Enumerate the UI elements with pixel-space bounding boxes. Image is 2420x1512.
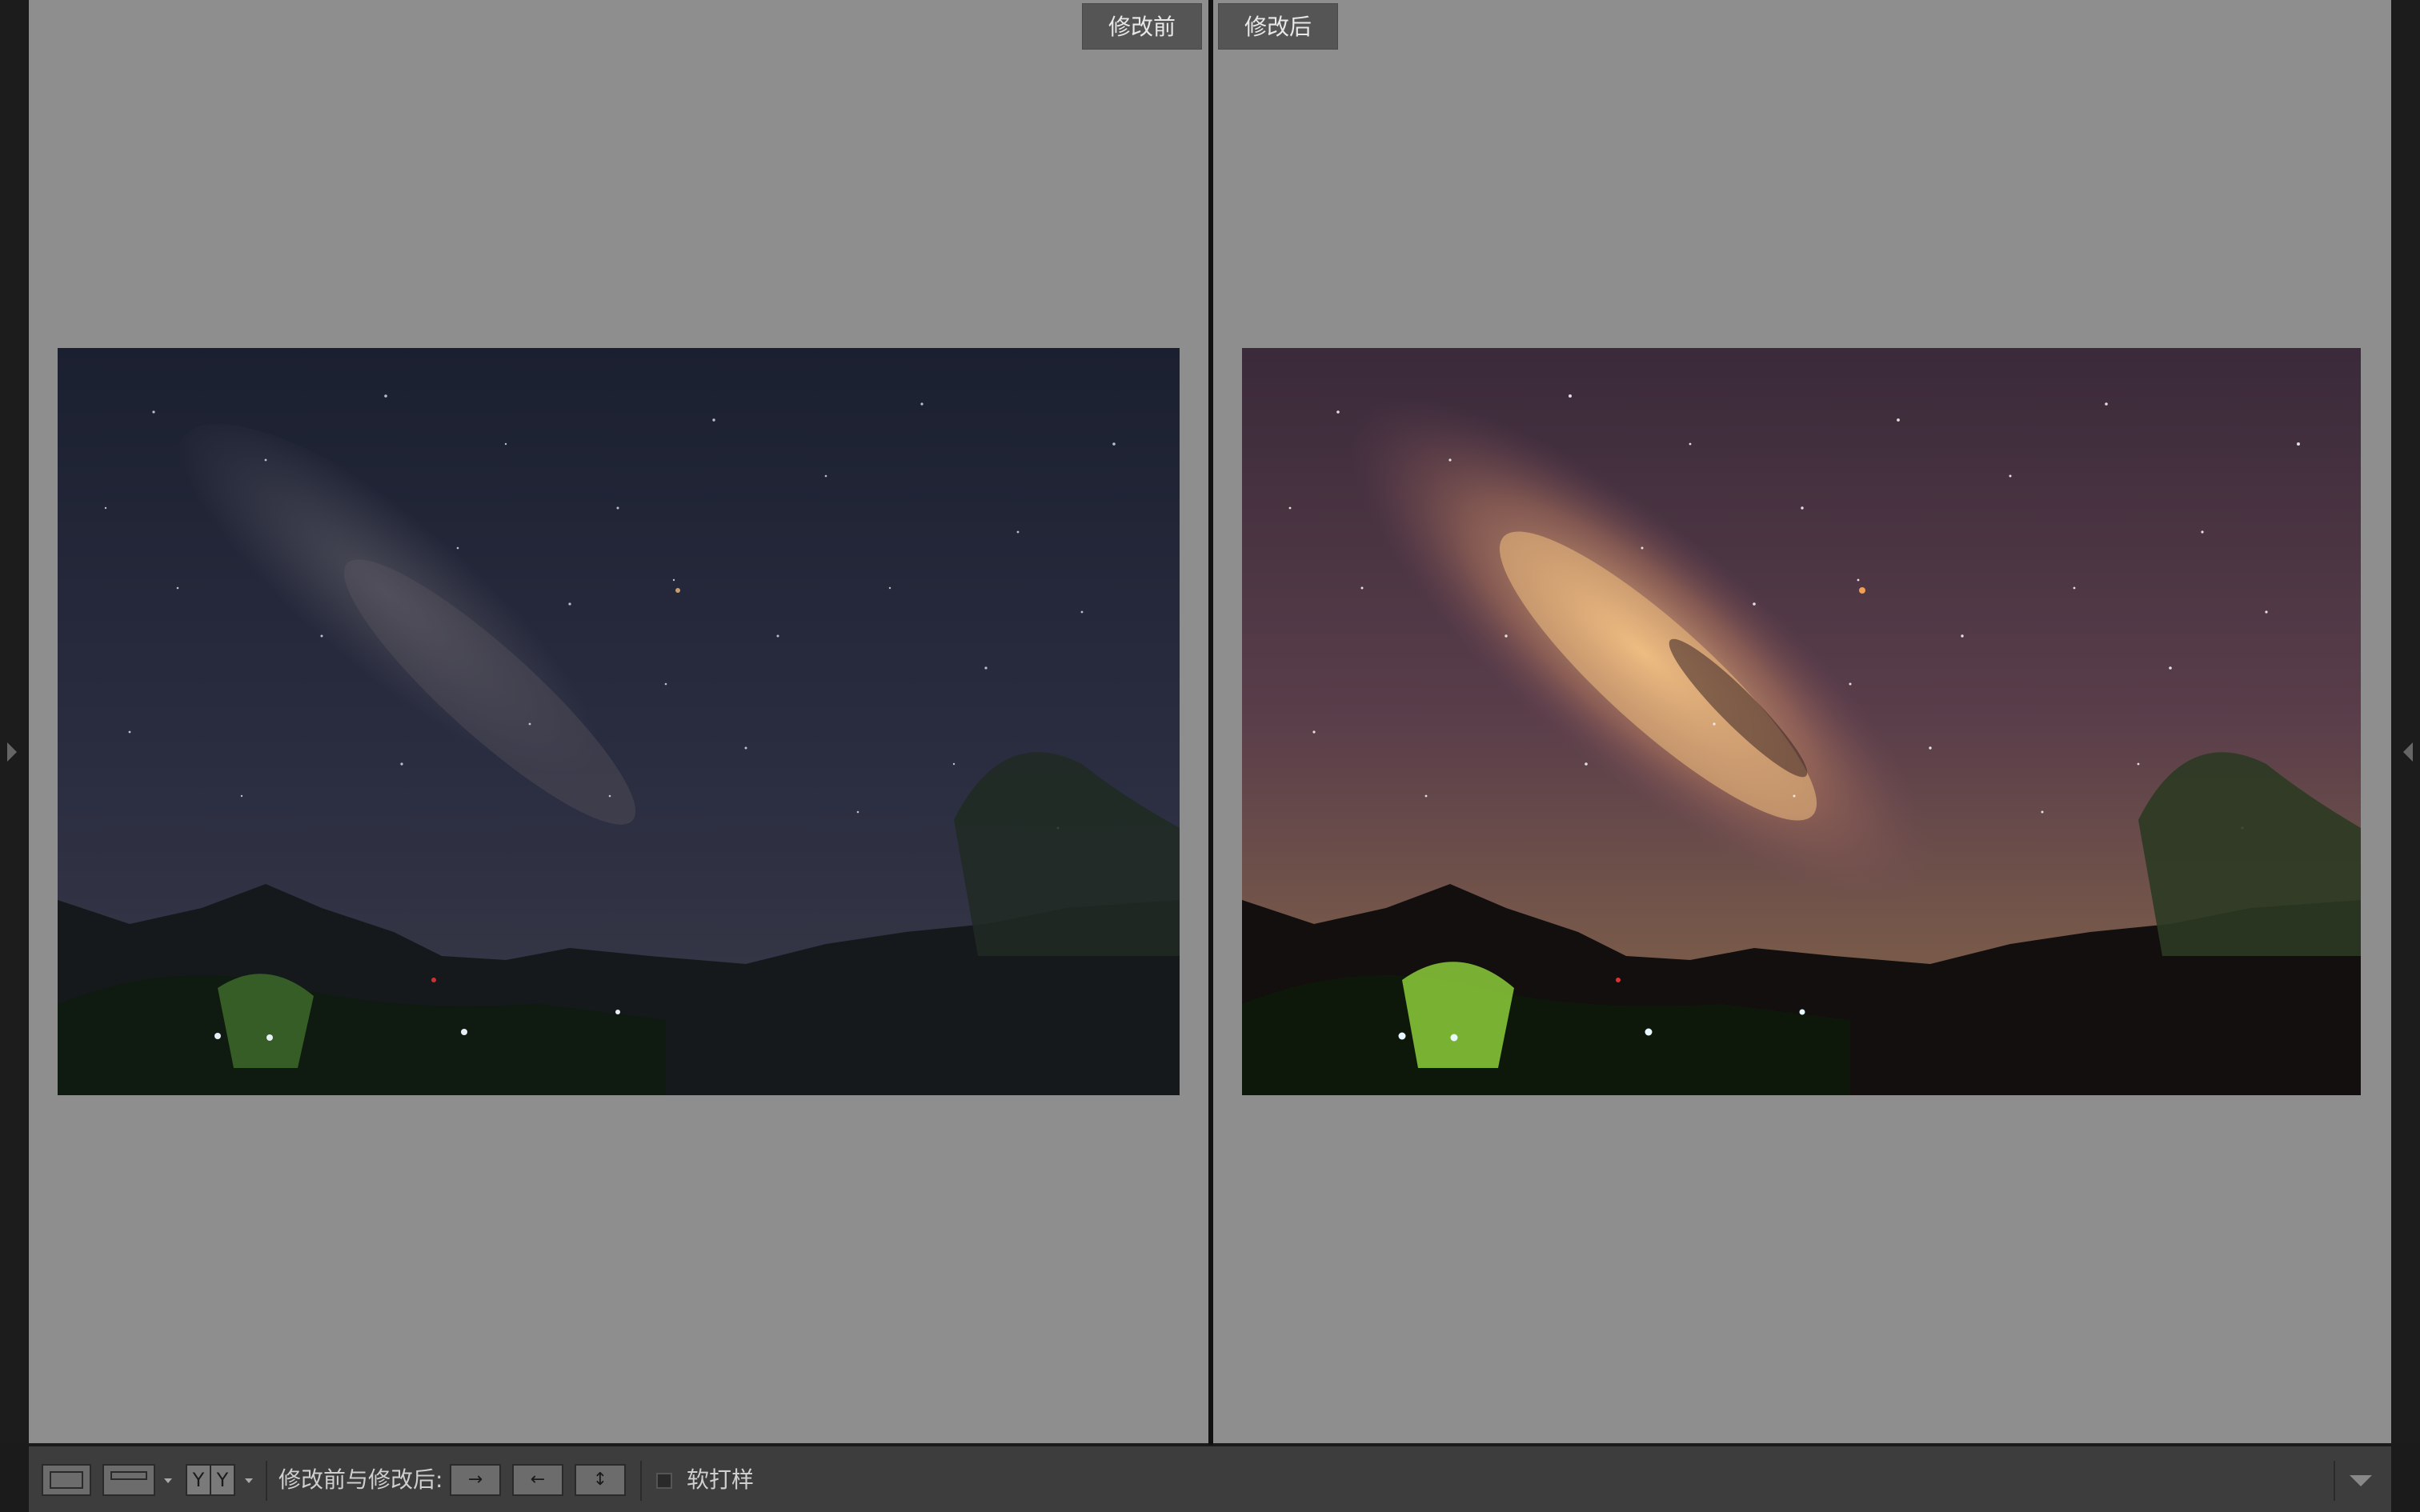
toolbar-separator xyxy=(640,1461,642,1501)
yy-mode-dropdown-icon[interactable] xyxy=(245,1478,253,1483)
right-panel-expand-icon xyxy=(2403,742,2413,762)
swap-arrows-icon: ↕ xyxy=(592,1470,608,1490)
yy-right-icon: Y xyxy=(216,1469,229,1491)
before-after-yy-button[interactable]: Y Y xyxy=(186,1464,235,1496)
after-label: 修改后 xyxy=(1218,3,1338,50)
before-label: 修改前 xyxy=(1082,3,1202,50)
swap-before-after-button[interactable]: ↕ xyxy=(575,1464,626,1496)
left-panel-toggle[interactable] xyxy=(0,0,27,1445)
toolbar-separator xyxy=(266,1461,267,1501)
before-photo[interactable] xyxy=(58,348,1180,1095)
soft-proof-label: 软打样 xyxy=(687,1466,755,1493)
soft-proof-checkbox[interactable] xyxy=(656,1473,672,1489)
copy-left-arrow-icon: ← xyxy=(530,1470,546,1490)
yy-left-icon: Y xyxy=(187,1466,211,1494)
before-after-split-button[interactable] xyxy=(102,1464,155,1496)
toolbar-options-dropdown-icon[interactable] xyxy=(2350,1475,2372,1486)
loupe-view-button[interactable] xyxy=(42,1464,91,1496)
bottom-toolbar: Y Y 修改前与修改后: → ← ↕ 软打样 xyxy=(29,1445,2391,1512)
left-panel-expand-icon xyxy=(7,742,17,762)
loupe-view-icon xyxy=(50,1471,83,1489)
panel-divider xyxy=(1208,0,1213,1445)
compare-label: 修改前与修改后: xyxy=(278,1466,443,1493)
after-photo[interactable] xyxy=(1242,348,2361,1095)
before-after-split-icon xyxy=(110,1471,147,1480)
right-panel-toggle[interactable] xyxy=(2393,0,2420,1445)
copy-right-arrow-icon: → xyxy=(467,1470,483,1490)
copy-after-to-before-button[interactable]: ← xyxy=(512,1464,563,1496)
copy-before-to-after-button[interactable]: → xyxy=(450,1464,501,1496)
lightroom-compare-window: 修改前 修改后 Y Y 修改前与修改后: → ← ↕ 软打样 xyxy=(0,0,2420,1512)
before-photo-image xyxy=(58,348,1180,1095)
after-photo-image xyxy=(1242,348,2361,1095)
split-mode-dropdown-icon[interactable] xyxy=(164,1478,172,1483)
toolbar-separator xyxy=(2334,1461,2335,1501)
